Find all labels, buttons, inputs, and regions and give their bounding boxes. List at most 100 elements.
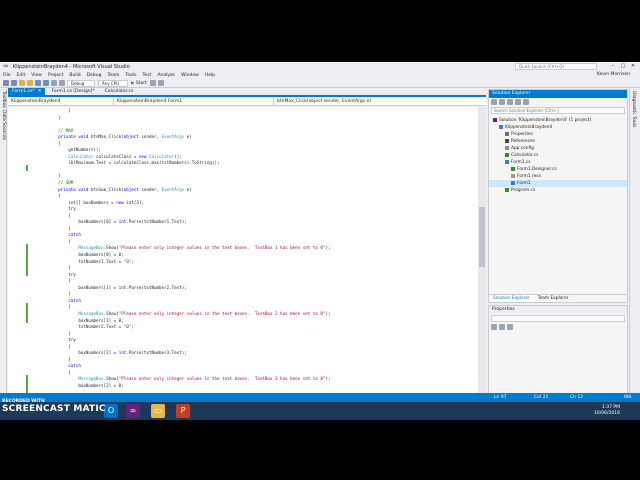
menu-item-window[interactable]: Window <box>181 73 199 78</box>
new-project-icon[interactable] <box>19 80 25 86</box>
scroll-thumb[interactable] <box>479 207 485 267</box>
file-explorer-taskbar-icon[interactable]: ▭ <box>151 404 165 418</box>
toolbar-extra-icon[interactable] <box>149 80 156 86</box>
code-token: "Please enter only integer values in the… <box>118 245 326 251</box>
tree-node[interactable]: Solution 'KlippensteinBrayden4' (1 proje… <box>489 117 627 124</box>
code-text[interactable]: } } // MAX private void btnMax_Click(obj… <box>38 108 478 390</box>
visual-studio-taskbar-icon[interactable]: ∞ <box>126 404 140 418</box>
code-line[interactable]: boxNumbers[2] = 0; <box>38 383 478 390</box>
redo-icon[interactable] <box>59 80 65 86</box>
back-icon[interactable] <box>3 80 9 86</box>
cs-icon <box>505 152 509 157</box>
code-token: sender, <box>138 186 162 192</box>
open-file-icon[interactable] <box>27 80 33 86</box>
save-icon[interactable] <box>35 80 41 86</box>
tree-node[interactable]: Properties <box>489 131 627 138</box>
show-all-files-icon[interactable] <box>523 99 529 105</box>
categorized-icon[interactable] <box>491 324 497 330</box>
window-controls: – □ ✕ <box>608 62 638 71</box>
solution-explorer-search-input[interactable]: Search Solution Explorer (Ctrl+;) <box>491 107 625 114</box>
editor-vertical-scrollbar[interactable] <box>478 107 486 394</box>
configuration-select[interactable]: Debug <box>67 79 95 87</box>
code-token: .Parse(txtNumber3.Text); <box>126 350 187 356</box>
panel-tab-team-explorer[interactable]: Team Explorer <box>534 295 573 302</box>
tree-node[interactable]: App.config <box>489 145 627 152</box>
toolbar-extra-icon[interactable] <box>157 80 164 86</box>
document-tab[interactable]: Form1.cs* ✕ <box>8 88 46 95</box>
minimize-icon[interactable]: – <box>608 62 618 71</box>
quick-launch-input[interactable]: Quick Launch (Ctrl+Q) <box>515 63 597 70</box>
menu-item-help[interactable]: Help <box>205 73 215 78</box>
system-tray[interactable]: 1:37 PM 10/06/2016 <box>594 405 620 417</box>
change-marker <box>26 375 28 393</box>
menu-item-tools[interactable]: Tools <box>125 73 136 78</box>
menu-item-team[interactable]: Team <box>107 73 119 78</box>
menu-item-file[interactable]: File <box>3 73 11 78</box>
alphabetical-icon[interactable] <box>499 324 505 330</box>
tree-node[interactable]: Calculator.cs <box>489 152 627 159</box>
forward-icon[interactable] <box>11 80 17 86</box>
code-token: } <box>38 114 61 120</box>
tree-node[interactable]: KlippensteinBrayden4 <box>489 124 627 131</box>
save-all-icon[interactable] <box>43 80 49 86</box>
play-icon: ▶ <box>131 80 135 86</box>
side-tab-diagnostic-tools[interactable]: Diagnostic Tools <box>631 91 636 127</box>
property-pages-icon[interactable] <box>507 324 513 330</box>
solution-explorer-panel: Solution Explorer Search Solution Explor… <box>488 89 628 303</box>
platform-select[interactable]: Any CPU <box>98 79 128 87</box>
tree-node[interactable]: Form1.cs <box>489 159 627 166</box>
menu-item-edit[interactable]: Edit <box>17 73 26 78</box>
side-tab-toolbox[interactable]: Toolbox <box>1 91 6 108</box>
code-editor[interactable]: } } // MAX private void btnMax_Click(obj… <box>8 107 478 394</box>
code-token: EventArgs <box>161 186 185 192</box>
tree-node[interactable]: References <box>489 138 627 145</box>
start-button[interactable]: ▶ Start <box>131 81 147 86</box>
menu-item-view[interactable]: View <box>31 73 42 78</box>
close-icon[interactable]: ✕ <box>628 62 638 71</box>
tree-node[interactable]: Program.cs <box>489 187 627 194</box>
tree-node-label: Form1.cs <box>511 160 531 165</box>
collapse-all-icon[interactable] <box>515 99 521 105</box>
outlook-taskbar-icon[interactable]: O <box>104 404 118 418</box>
user-name[interactable]: Kevin Morrison <box>597 72 630 77</box>
right-tool-strip: Diagnostic Tools <box>629 89 640 409</box>
code-token: try <box>68 337 76 343</box>
member-dropdown[interactable]: btnMax_Click(object sender, EventArgs e) <box>274 98 486 105</box>
document-tab[interactable]: Calculator.cs <box>101 88 138 95</box>
home-icon[interactable] <box>491 99 497 105</box>
tree-node[interactable]: Form1 <box>489 180 627 187</box>
powerpoint-taskbar-icon[interactable]: P <box>176 404 190 418</box>
panel-tab-solution-explorer[interactable]: Solution Explorer <box>489 295 534 302</box>
code-token: object <box>123 186 139 192</box>
menu-item-debug[interactable]: Debug <box>87 73 102 78</box>
refresh-icon[interactable] <box>507 99 513 105</box>
screencast-watermark: RECORDED WITH SCREENCAST MATIC <box>2 399 106 414</box>
change-marker <box>26 244 28 276</box>
status-insert-mode: INS <box>624 395 632 400</box>
tree-node[interactable]: Form1.resx <box>489 173 627 180</box>
side-tab-data-sources[interactable]: Data Sources <box>1 110 6 140</box>
code-token: } <box>38 265 71 271</box>
project-dropdown[interactable]: KlippensteinBrayden4 <box>8 98 114 105</box>
undo-icon[interactable] <box>51 80 57 86</box>
solution-explorer-toolbar <box>489 98 627 106</box>
code-token: "Please enter only integer values in the… <box>118 376 326 382</box>
close-tab-icon[interactable]: ✕ <box>38 89 42 94</box>
menu-item-test[interactable]: Test <box>142 73 151 78</box>
menu-item-project[interactable]: Project <box>48 73 63 78</box>
tree-node[interactable]: Form1.Designer.cs <box>489 166 627 173</box>
menu-item-analyze[interactable]: Analyze <box>157 73 175 78</box>
code-token: object <box>123 134 139 140</box>
document-tab[interactable]: Form1.cs [Design]* <box>47 88 98 95</box>
navigation-bar: KlippensteinBrayden4 KlippensteinBrayden… <box>8 98 486 106</box>
menu-item-build[interactable]: Build <box>69 73 80 78</box>
maximize-icon[interactable]: □ <box>618 62 628 71</box>
properties-object-dropdown[interactable] <box>491 315 625 322</box>
sync-icon[interactable] <box>499 99 505 105</box>
class-dropdown[interactable]: KlippensteinBrayden4.Form1 <box>114 98 274 105</box>
code-token: } <box>38 173 61 179</box>
